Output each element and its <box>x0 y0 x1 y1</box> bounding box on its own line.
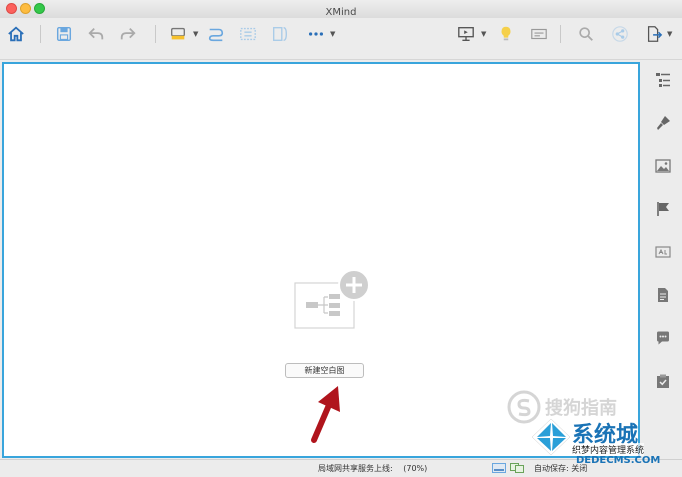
marker-icon[interactable] <box>653 199 673 219</box>
search-icon[interactable] <box>574 22 598 46</box>
outliner-icon[interactable] <box>653 70 673 90</box>
home-icon[interactable] <box>4 22 28 46</box>
toolbar-separator <box>155 25 156 43</box>
format-icon[interactable] <box>653 113 673 133</box>
minimize-window-button[interactable] <box>20 3 31 14</box>
share-status: 局域网共享服务上线: (70%) <box>318 463 427 474</box>
comments-icon[interactable] <box>653 328 673 348</box>
idea-icon[interactable] <box>494 22 518 46</box>
share-status-label: 局域网共享服务上线: <box>318 464 393 473</box>
share-icon[interactable] <box>608 22 632 46</box>
site-url: DEDECMS.COM <box>576 455 661 466</box>
view-mode-icon[interactable] <box>492 463 506 473</box>
summary-icon[interactable] <box>268 22 292 46</box>
close-window-button[interactable] <box>6 3 17 14</box>
site-watermark: 系统城 织梦内容管理系统 DEDECMS.COM <box>528 415 678 475</box>
chevron-down-icon[interactable]: ▼ <box>330 30 335 38</box>
image-icon[interactable] <box>653 156 673 176</box>
chevron-down-icon[interactable]: ▼ <box>667 30 672 38</box>
undo-icon[interactable] <box>84 22 108 46</box>
boundary-icon[interactable] <box>236 22 260 46</box>
export-icon[interactable] <box>642 22 666 46</box>
zoom-level[interactable]: (70%) <box>403 464 427 473</box>
zoom-fit-icon[interactable] <box>510 463 524 473</box>
maximize-window-button[interactable] <box>34 3 45 14</box>
more-icon[interactable] <box>304 22 328 46</box>
windows-logo-icon <box>531 418 571 456</box>
save-icon[interactable] <box>52 22 76 46</box>
new-blank-map-button[interactable]: 新建空白图 <box>285 363 364 378</box>
task-icon[interactable] <box>653 371 673 391</box>
topic-style-icon[interactable] <box>166 22 190 46</box>
red-arrow-icon <box>311 386 340 443</box>
blank-map-template-icon[interactable] <box>294 269 370 331</box>
relationship-icon[interactable] <box>204 22 228 46</box>
window-title: XMind <box>325 7 357 18</box>
label-icon[interactable] <box>653 242 673 262</box>
outline-icon[interactable] <box>527 22 551 46</box>
title-bar: XMind <box>0 0 682 18</box>
toolbar-separator <box>560 25 561 43</box>
toolbar-separator <box>40 25 41 43</box>
xmind-window: XMind ▼ ▼ ▼ ▼ 新建空白图 局域网共享服务上线: (70%) 自动保… <box>0 0 682 477</box>
toolbar: ▼ ▼ ▼ ▼ <box>0 18 682 60</box>
notes-icon[interactable] <box>653 285 673 305</box>
redo-icon[interactable] <box>116 22 140 46</box>
chevron-down-icon[interactable]: ▼ <box>193 30 198 38</box>
presentation-icon[interactable] <box>454 22 478 46</box>
chevron-down-icon[interactable]: ▼ <box>481 30 486 38</box>
